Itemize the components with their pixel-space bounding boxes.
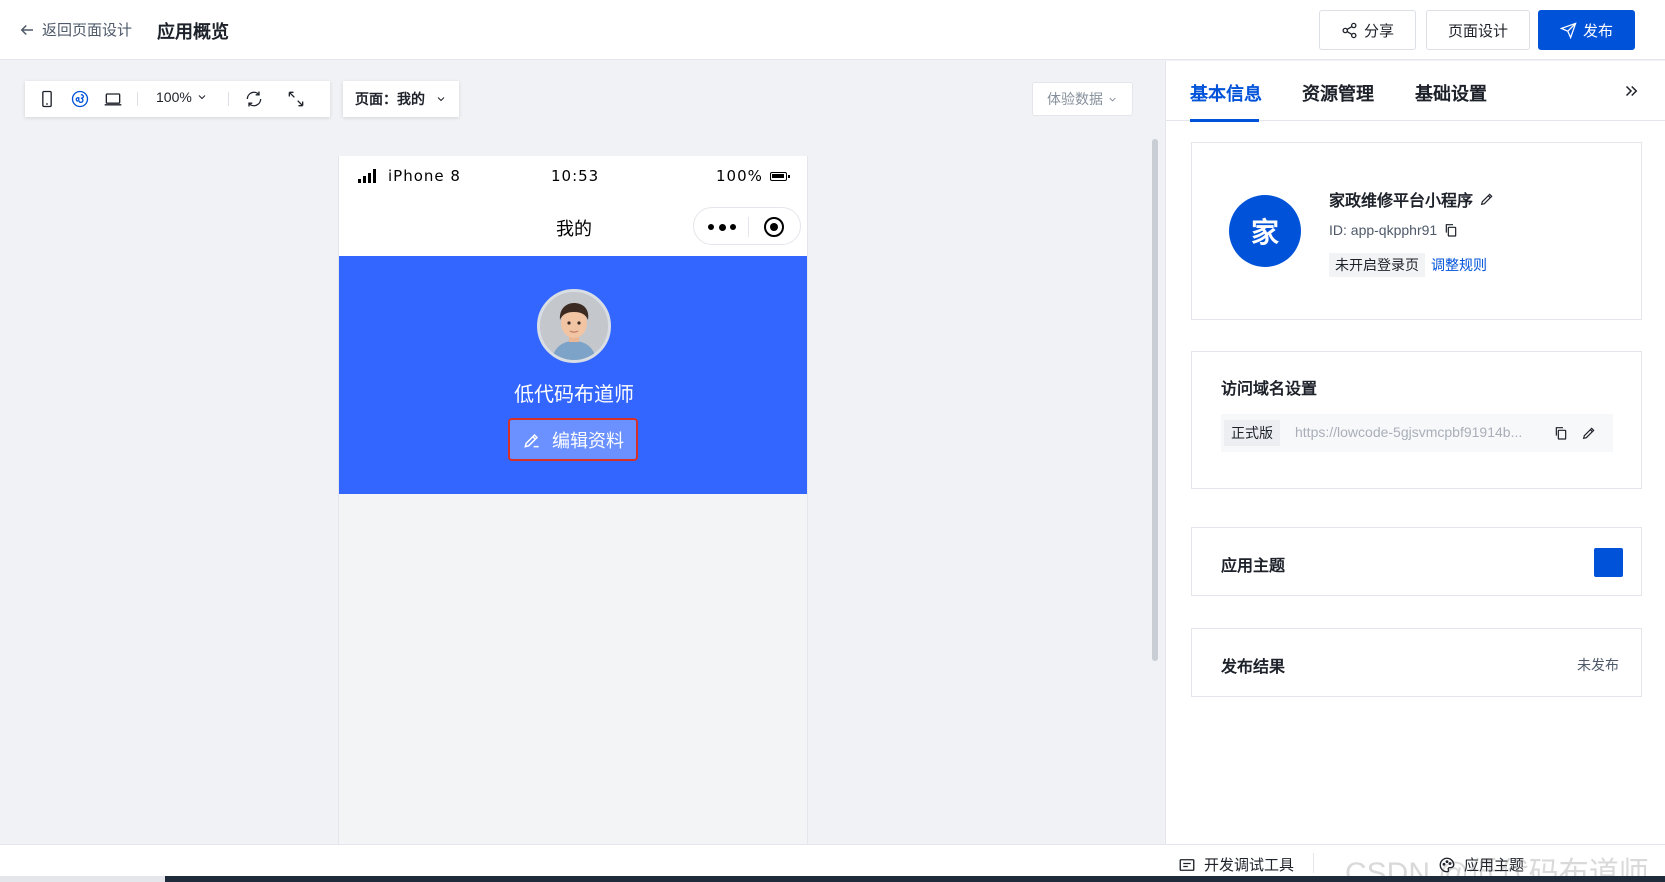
top-header: 返回页面设计 应用概览 分享 页面设计 发布 xyxy=(0,0,1665,60)
app-theme-card: 应用主题 xyxy=(1191,527,1642,596)
share-icon xyxy=(1342,22,1357,38)
edit-pencil-icon[interactable] xyxy=(1479,191,1495,207)
domain-env-tag: 正式版 xyxy=(1224,420,1280,446)
miniprogram-icon[interactable] xyxy=(70,89,90,109)
chevron-down-icon xyxy=(437,97,445,102)
back-to-page-design-link[interactable]: 返回页面设计 xyxy=(18,19,132,40)
fullscreen-icon[interactable] xyxy=(286,89,306,109)
avatar[interactable] xyxy=(537,289,611,363)
devtools-label: 开发调试工具 xyxy=(1204,857,1295,874)
page-select-label: 页面：我的 xyxy=(355,91,425,107)
edit-pencil-icon[interactable] xyxy=(1581,425,1597,441)
theme-card-title: 应用主题 xyxy=(1221,558,1286,575)
app-name-row: 家政维修平台小程序 xyxy=(1329,187,1495,211)
canvas-scrollbar[interactable] xyxy=(1152,139,1158,661)
canvas-toolbar: 100% 页面：我的 体验数据 xyxy=(0,61,1164,137)
chevron-down-icon xyxy=(1109,97,1116,102)
app-info-card: 家 家政维修平台小程序 ID: app-qkpphr91 未开启登录页 调整规则 xyxy=(1191,142,1642,320)
taskbar-strip-left xyxy=(0,876,165,882)
phone-preview: iPhone 8 10:53 100% 我的 低代码布道师 编辑资料 xyxy=(338,156,808,846)
battery-percent: 100% xyxy=(716,167,763,185)
back-label: 返回页面设计 xyxy=(42,22,133,39)
right-panel: 基本信息 资源管理 基础设置 家 家政维修平台小程序 ID: app-qkpph… xyxy=(1165,61,1665,844)
chevron-down-icon xyxy=(198,95,206,100)
copy-icon[interactable] xyxy=(1443,222,1459,238)
toolbar-divider xyxy=(228,92,229,106)
page-design-button[interactable]: 页面设计 xyxy=(1426,10,1530,50)
publish-result-card: 发布结果 未发布 xyxy=(1191,628,1642,697)
page-select[interactable]: 页面：我的 xyxy=(343,81,459,117)
edit-profile-label: 编辑资料 xyxy=(552,430,624,451)
profile-banner: 低代码布道师 编辑资料 xyxy=(339,256,807,494)
domain-card-title: 访问域名设置 xyxy=(1221,381,1318,398)
domain-url[interactable]: https://lowcode-5gjsvmcpbf91914b... xyxy=(1295,424,1533,440)
more-dots-icon[interactable] xyxy=(708,220,736,234)
tab-basic-settings[interactable]: 基础设置 xyxy=(1415,80,1487,106)
app-name: 家政维修平台小程序 xyxy=(1329,193,1474,210)
profile-username: 低代码布道师 xyxy=(514,384,634,406)
signal-icon xyxy=(358,169,376,183)
tab-resource-management[interactable]: 资源管理 xyxy=(1302,80,1374,106)
copy-icon[interactable] xyxy=(1553,425,1569,441)
page-title: 应用概览 xyxy=(157,22,229,42)
login-row: 未开启登录页 调整规则 xyxy=(1329,253,1487,277)
avatar-portrait-icon xyxy=(540,292,608,360)
result-card-title: 发布结果 xyxy=(1221,659,1286,676)
capsule-divider xyxy=(748,217,749,237)
domain-row: 正式版 https://lowcode-5gjsvmcpbf91914b... xyxy=(1221,414,1613,452)
devtools-icon xyxy=(1179,858,1195,871)
edit-profile-button[interactable]: 编辑资料 xyxy=(508,418,638,461)
app-id-row: ID: app-qkpphr91 xyxy=(1329,222,1459,238)
close-target-icon[interactable] xyxy=(764,217,784,237)
publish-button[interactable]: 发布 xyxy=(1538,10,1635,50)
phone-nav-bar: 我的 xyxy=(339,196,807,256)
collapse-panel-icon[interactable] xyxy=(1622,82,1640,100)
device-tool-group: 100% xyxy=(25,81,330,117)
app-avatar: 家 xyxy=(1229,195,1301,267)
send-icon xyxy=(1559,21,1577,39)
domain-settings-card: 访问域名设置 正式版 https://lowcode-5gjsvmcpbf919… xyxy=(1191,351,1642,489)
login-status-tag: 未开启登录页 xyxy=(1329,253,1425,277)
miniprogram-capsule xyxy=(693,207,801,245)
share-label: 分享 xyxy=(1363,22,1394,40)
tab-basic-info[interactable]: 基本信息 xyxy=(1190,80,1262,106)
app-id: ID: app-qkpphr91 xyxy=(1329,222,1438,238)
publish-label: 发布 xyxy=(1582,22,1613,40)
toolbar-divider xyxy=(137,92,138,106)
devtools-button[interactable]: 开发调试工具 xyxy=(1178,854,1294,875)
battery-icon xyxy=(770,172,790,181)
rotate-icon[interactable] xyxy=(244,89,264,109)
active-tab-underline xyxy=(1190,119,1259,122)
phone-status-bar: iPhone 8 10:53 100% xyxy=(339,156,807,196)
adjust-rules-link[interactable]: 调整规则 xyxy=(1431,255,1487,275)
edit-pencil-icon xyxy=(524,433,539,448)
status-time: 10:53 xyxy=(551,167,600,185)
zoom-select[interactable]: 100% xyxy=(156,89,208,105)
bottom-divider xyxy=(1313,853,1314,873)
design-canvas: 100% 页面：我的 体验数据 iPhone 8 10:53 100% 我的 低… xyxy=(0,61,1164,846)
desktop-device-icon[interactable] xyxy=(103,89,123,109)
arrow-left-icon xyxy=(20,24,33,35)
publish-status: 未发布 xyxy=(1577,657,1619,673)
trial-data-label: 体验数据 xyxy=(1047,91,1103,107)
theme-color-swatch[interactable] xyxy=(1594,548,1623,577)
share-button[interactable]: 分享 xyxy=(1319,10,1416,50)
taskbar-strip xyxy=(165,876,1665,882)
panel-tabs: 基本信息 资源管理 基础设置 xyxy=(1166,61,1665,122)
device-name: iPhone 8 xyxy=(388,167,461,185)
zoom-value: 100% xyxy=(156,89,192,105)
trial-data-select[interactable]: 体验数据 xyxy=(1032,82,1133,116)
mobile-device-icon[interactable] xyxy=(37,89,57,109)
